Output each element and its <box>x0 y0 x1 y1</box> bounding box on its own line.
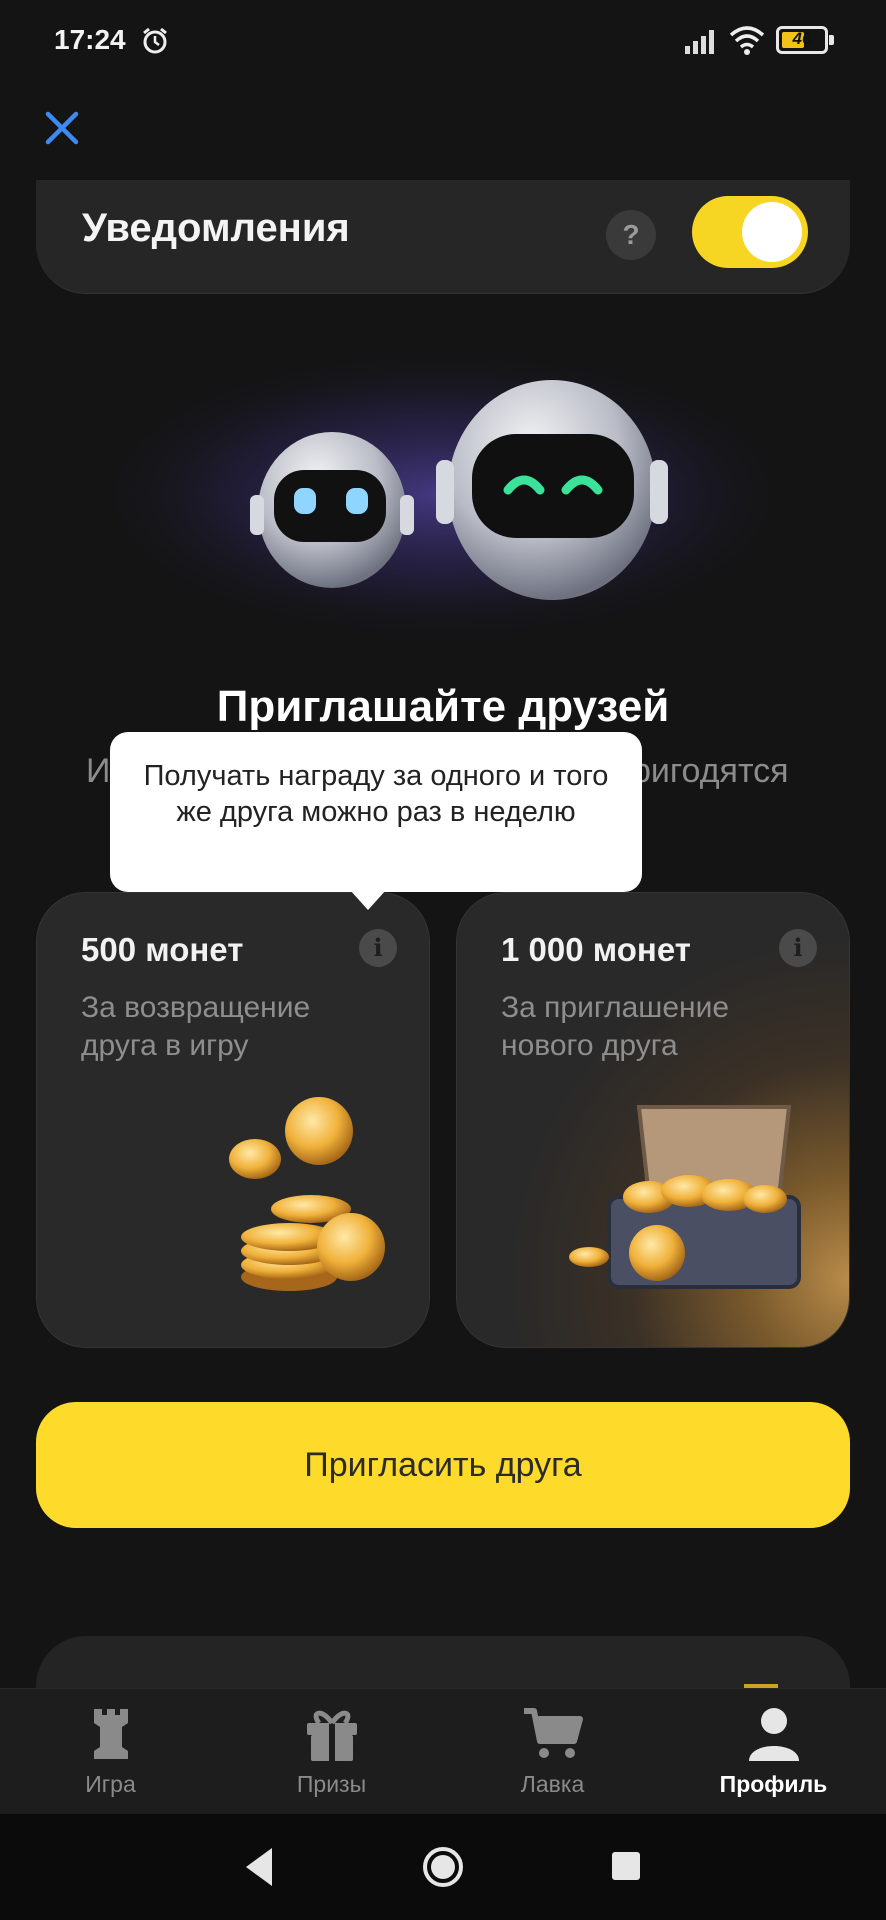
back-icon[interactable] <box>240 1844 280 1890</box>
reward-description: За возвращение друга в игру <box>81 991 311 1062</box>
robots-illustration <box>83 345 803 645</box>
toggle-knob <box>742 202 802 262</box>
invite-subtitle-right: ригодятся <box>632 752 789 790</box>
info-icon[interactable]: i <box>359 929 397 967</box>
bottom-nav: Игра Призы Лавка Профиль <box>0 1688 886 1814</box>
tooltip-text: Получать награду за одного и того же дру… <box>143 760 609 828</box>
nav-item-prizes[interactable]: Призы <box>221 1689 442 1815</box>
coins-icon <box>229 1097 385 1291</box>
reward-card-return: 500 монет i За возвращение друга в игру <box>36 892 430 1348</box>
notifications-toggle[interactable] <box>692 196 808 268</box>
reward-amount: 500 монет <box>81 931 244 968</box>
reward-card-invite: 1 000 монет i За приглашение нового друг… <box>456 892 850 1348</box>
tooltip-arrow <box>350 890 386 910</box>
nav-label: Игра <box>85 1771 136 1797</box>
system-navigation-bar <box>0 1814 886 1920</box>
nav-label: Лавка <box>520 1771 585 1797</box>
status-time: 17:24 <box>54 24 126 55</box>
invite-subtitle-left: И <box>86 752 111 790</box>
battery-icon: 46 <box>776 26 834 54</box>
reward-amount: 1 000 монет <box>501 931 691 968</box>
notifications-card: Уведомления ? <box>36 180 850 294</box>
nav-item-shop[interactable]: Лавка <box>442 1689 663 1815</box>
cart-icon <box>524 1708 583 1758</box>
info-tooltip: Получать награду за одного и того же дру… <box>110 732 642 910</box>
reward-description: За приглашение нового друга <box>501 991 730 1062</box>
profile-icon <box>749 1708 799 1761</box>
alarm-icon <box>143 27 167 54</box>
battery-level: 46 <box>792 29 812 48</box>
nav-label: Призы <box>296 1771 367 1797</box>
wifi-icon <box>729 26 765 55</box>
nav-label: Профиль <box>719 1771 828 1797</box>
chess-rook-icon <box>94 1709 128 1759</box>
home-icon[interactable] <box>422 1846 464 1888</box>
signal-icon <box>685 30 714 54</box>
recent-apps-icon[interactable] <box>612 1852 640 1880</box>
treasure-chest-icon <box>569 1105 801 1289</box>
status-bar: 17:24 46 <box>0 0 886 80</box>
notifications-title: Уведомления <box>82 206 350 250</box>
close-icon[interactable] <box>40 106 84 150</box>
nav-item-profile[interactable]: Профиль <box>663 1689 884 1815</box>
info-icon[interactable]: i <box>779 929 817 967</box>
gift-icon <box>307 1710 357 1761</box>
help-button[interactable]: ? <box>606 210 656 260</box>
invite-friend-button[interactable]: Пригласить друга <box>36 1402 850 1528</box>
nav-item-game[interactable]: Игра <box>0 1689 221 1815</box>
invite-title: Приглашайте друзей <box>216 682 670 731</box>
